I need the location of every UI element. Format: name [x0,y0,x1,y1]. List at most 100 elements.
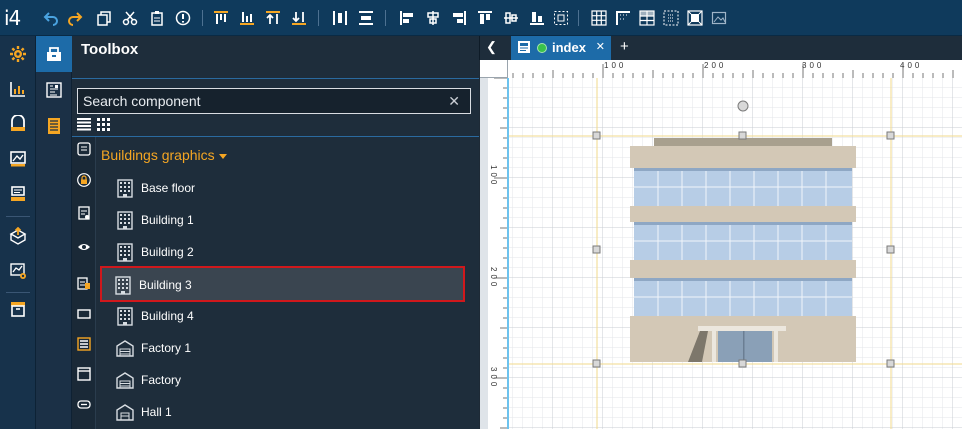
device-icon[interactable] [5,111,31,137]
building-graphic[interactable] [630,138,856,362]
tab-index[interactable]: index ✕ [511,36,611,60]
toolbar-separator [385,10,386,26]
factory-icon [115,370,135,390]
cut-icon[interactable] [121,9,139,27]
bring-forward-icon[interactable] [264,9,282,27]
corner-icon[interactable] [614,9,632,27]
component-tree-icon[interactable] [36,72,72,108]
divider [72,136,479,137]
app-window: i4 Toolbox Search component ✕ Buildings … [0,0,962,429]
ruler-label: 100 [489,165,498,187]
canvas-drawing[interactable]: 100 200 300 400 100 200 300 [480,60,962,429]
align-left-icon[interactable] [398,9,416,27]
component-icon[interactable] [686,9,704,27]
copy-icon[interactable] [95,9,113,27]
doc-icon[interactable] [75,204,93,222]
component-item-label: Base floor [141,181,196,195]
clear-search-icon[interactable]: ✕ [448,93,460,110]
ruler-label: 300 [489,367,498,389]
distribute-vertical-icon[interactable] [357,9,375,27]
grid-view-icon[interactable] [97,118,113,132]
component-item[interactable]: Building 4 [102,300,464,332]
component-item[interactable]: Factory 1 [102,332,464,364]
divider [72,78,479,79]
list-icon[interactable] [75,140,93,158]
toolbar-separator [318,10,319,26]
component-item[interactable]: Building 3 [100,266,465,302]
frame-icon[interactable] [75,365,93,383]
align-right-icon[interactable] [450,9,468,27]
list-view-icon[interactable] [77,118,93,132]
send-backward-icon[interactable] [290,9,308,27]
align-top-icon[interactable] [212,9,230,27]
align-bottom-icon[interactable] [238,9,256,27]
group-icon[interactable] [552,9,570,27]
vertical-scrollbar[interactable] [480,60,488,429]
panel-title: Toolbox [81,41,139,58]
rectangle-icon[interactable] [75,305,93,323]
ruler-label: 100 [604,61,626,70]
component-item[interactable]: Base floor [102,172,464,204]
monitor-icon[interactable] [5,146,31,172]
undo-icon[interactable] [42,9,60,27]
left-rail [0,36,36,429]
toolbox-icon[interactable] [36,36,72,72]
component-item-label: Factory 1 [141,341,192,355]
add-tab-button[interactable]: + [620,38,629,55]
component-item[interactable]: Building 2 [102,236,464,268]
ruler-label: 300 [802,61,824,70]
component-item[interactable]: Factory [102,364,464,396]
toolbar-separator [202,10,203,26]
rail-separator [6,292,30,293]
document-icon [518,41,530,53]
component-item[interactable]: Building 1 [102,204,464,236]
component-item-label: Building 1 [141,213,194,227]
settings-icon[interactable] [5,41,31,67]
ruler-label: 400 [900,61,922,70]
eye-icon[interactable] [75,238,93,256]
grid-icon[interactable] [590,9,608,27]
close-tab-icon[interactable]: ✕ [596,40,605,53]
ruler-corner [480,60,508,78]
link-icon[interactable] [75,395,93,413]
info-icon[interactable] [174,9,192,27]
table-icon[interactable] [638,9,656,27]
chart-settings-icon[interactable] [5,258,31,284]
group-dropdown[interactable]: Buildings graphics [101,147,227,163]
export-icon[interactable] [5,223,31,249]
group-label: Buildings graphics [101,147,215,163]
redo-icon[interactable] [66,9,84,27]
lock-icon[interactable] [75,171,93,189]
component-item-label: Hall 1 [141,405,172,419]
top-toolbar: i4 [0,0,962,36]
component-item[interactable]: Hall 1 [102,396,464,428]
building-icon [115,178,135,198]
building-icon [115,306,135,326]
ruler-top [508,60,962,78]
dashboard-icon[interactable] [5,76,31,102]
factory-icon [115,338,135,358]
align-middle-icon[interactable] [502,9,520,27]
search-input[interactable] [78,89,438,113]
component-item-label: Building 4 [141,309,194,323]
archive-icon[interactable] [5,296,31,322]
tab-label: index [552,40,586,55]
align-top-edge-icon[interactable] [476,9,494,27]
toolbar-separator [578,10,579,26]
tabs-back-button[interactable]: ❮ [486,39,497,55]
distribute-horizontal-icon[interactable] [331,9,349,27]
page-icon[interactable] [36,108,72,144]
rail-separator [6,216,30,217]
align-bottom-edge-icon[interactable] [528,9,546,27]
clipboard-icon[interactable] [75,274,93,292]
menu-icon[interactable] [75,335,93,353]
canvas-edge-line [507,78,509,429]
search-box: ✕ [77,88,471,114]
align-center-icon[interactable] [424,9,442,27]
design-canvas[interactable]: 100 200 300 400 100 200 300 [480,60,962,429]
select-icon[interactable] [662,9,680,27]
component-item-label: Building 3 [139,278,192,292]
printer-icon[interactable] [5,181,31,207]
paste-icon[interactable] [148,9,166,27]
image-icon[interactable] [710,9,728,27]
